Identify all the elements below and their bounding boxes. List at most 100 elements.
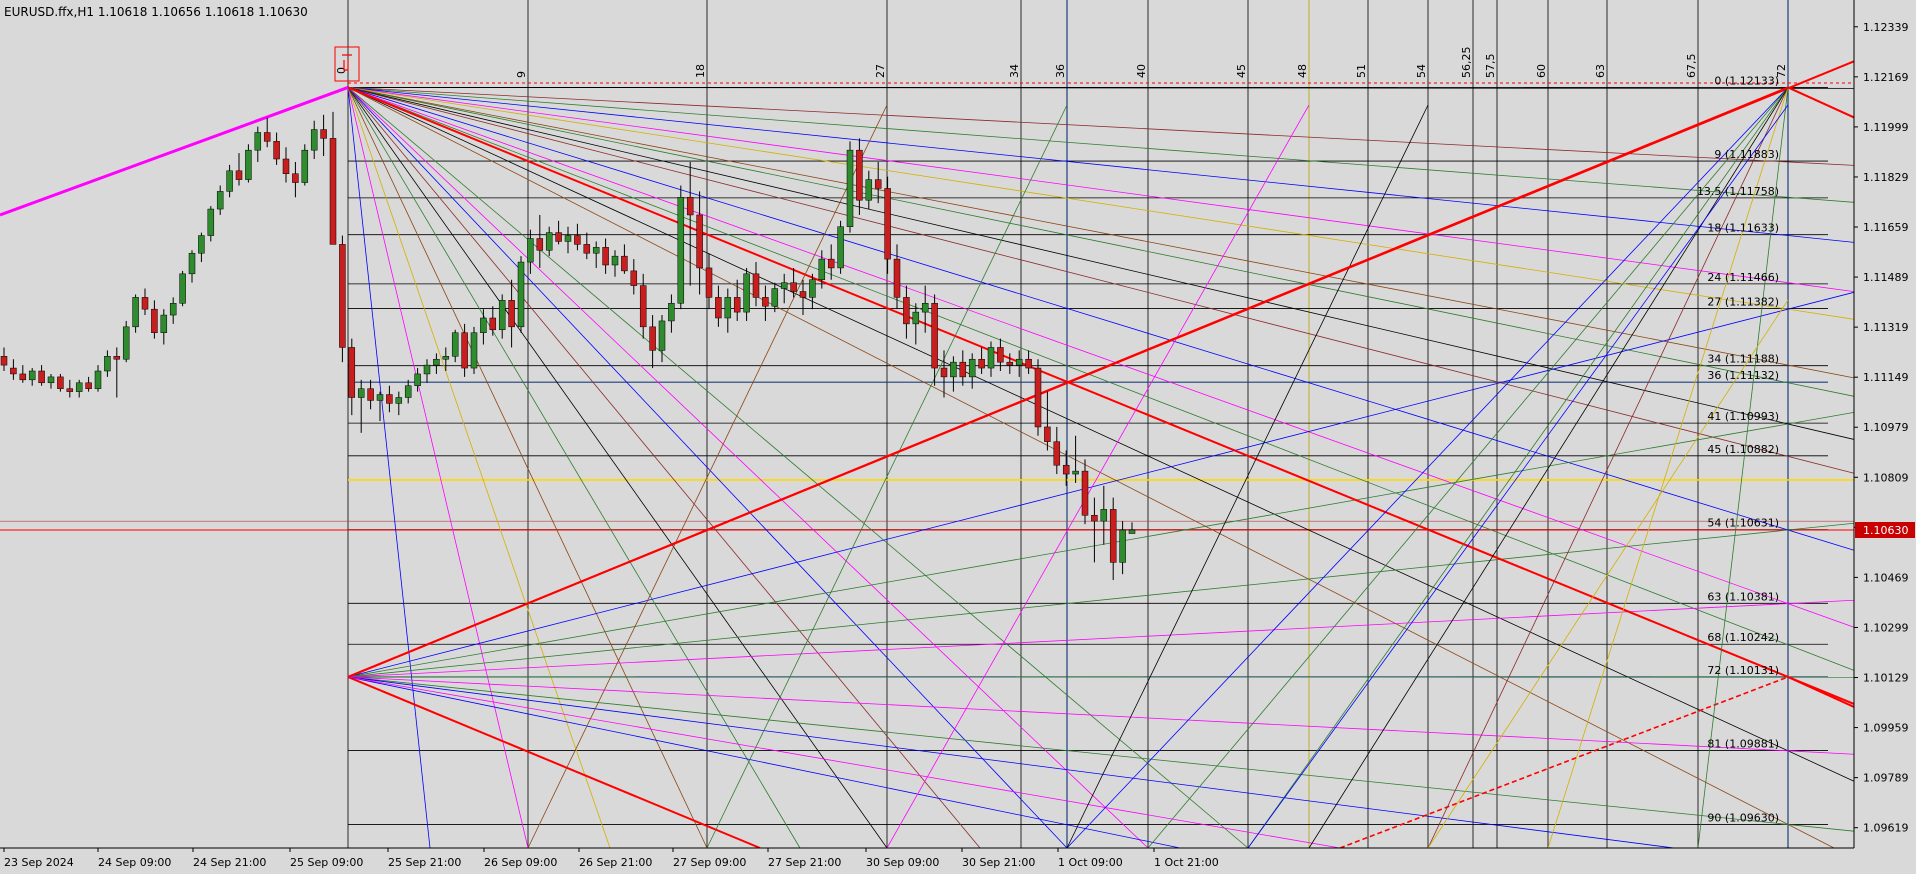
candle-body bbox=[874, 179, 882, 189]
candle-body bbox=[404, 385, 412, 398]
time-tick-label: 24 Sep 21:00 bbox=[193, 856, 266, 869]
gann-fan-lines bbox=[0, 46, 1855, 872]
candle-body bbox=[414, 373, 421, 386]
candle-body bbox=[639, 285, 647, 328]
chart-canvas[interactable]: 09 18 27 34 36 40 45 48 51 54 56,25 57,5 60 63 67,5 72 … bbox=[0, 0, 1916, 874]
gann-level-label: 81 (1.09881) bbox=[1707, 738, 1779, 751]
gann-fan-line-bottom bbox=[347, 676, 1855, 872]
gann-level-label: 63 (1.10381) bbox=[1707, 590, 1779, 603]
time-tick-label: 23 Sep 2024 bbox=[4, 856, 74, 869]
candle-body bbox=[987, 347, 995, 369]
candle-body bbox=[273, 141, 280, 160]
candle-body bbox=[207, 208, 215, 236]
gann-level-label: 90 (1.09630) bbox=[1707, 811, 1779, 824]
gann-fan-line bbox=[347, 87, 1855, 440]
candle-body bbox=[799, 291, 807, 298]
candle-body bbox=[169, 303, 177, 316]
gann-fan-line-steep bbox=[347, 87, 888, 849]
candle-body bbox=[705, 267, 713, 298]
candle-body bbox=[395, 397, 403, 404]
gann-level-label: 13.5 (1.11758) bbox=[1697, 185, 1779, 198]
candle-body bbox=[104, 356, 111, 372]
candle-body bbox=[724, 297, 732, 319]
candle-body bbox=[1053, 441, 1061, 466]
candle-body bbox=[968, 358, 976, 378]
candle-body bbox=[780, 282, 788, 289]
candle-body bbox=[611, 255, 619, 266]
gann-level-label: 45 (1.10882) bbox=[1707, 443, 1779, 456]
candle-body bbox=[198, 235, 205, 254]
candle-body bbox=[310, 129, 318, 151]
candle-body bbox=[827, 258, 835, 269]
candle-body bbox=[0, 356, 8, 366]
candle-body bbox=[263, 132, 271, 142]
candle-body bbox=[912, 311, 920, 325]
candle-body bbox=[1015, 358, 1023, 366]
gann-column-label: 51 bbox=[1355, 64, 1368, 78]
candle-body bbox=[921, 303, 929, 313]
gann-fan-line-right bbox=[1147, 87, 1789, 849]
gann-column-label: 34 bbox=[1008, 64, 1021, 78]
gann-fan-line bbox=[347, 87, 1855, 671]
gann-column-label: 36 bbox=[1054, 64, 1067, 78]
gann-level-label: 36 (1.11132) bbox=[1707, 369, 1779, 382]
candle-body bbox=[893, 258, 901, 298]
price-tick-label: 1.12339 bbox=[1863, 21, 1909, 34]
gann-level-label: 68 (1.10242) bbox=[1707, 631, 1779, 644]
candle-body bbox=[1081, 470, 1089, 516]
gann-column-label: 56,25 bbox=[1460, 47, 1473, 79]
gann-right-line bbox=[1787, 86, 1855, 119]
candle-body bbox=[254, 132, 262, 151]
time-tick-label: 1 Oct 09:00 bbox=[1058, 856, 1123, 869]
price-tick-label: 1.10469 bbox=[1863, 571, 1909, 584]
candle-body bbox=[348, 347, 356, 398]
candle-body bbox=[931, 303, 938, 369]
chart-root: 0 9 18 27 34 36 40 45 48 51 54 56,25 57,5 60 63 67,5 72 … bbox=[0, 0, 1916, 874]
candle-body bbox=[433, 358, 440, 366]
candle-body bbox=[498, 300, 506, 331]
gann-column-label: 18 bbox=[694, 64, 707, 78]
candle-body bbox=[480, 317, 487, 333]
candle-body bbox=[442, 356, 450, 360]
gann-level-label: 41 (1.10993) bbox=[1707, 410, 1779, 423]
candle-body bbox=[329, 138, 337, 245]
time-tick-label: 25 Sep 09:00 bbox=[290, 856, 363, 869]
candle-body bbox=[216, 191, 224, 210]
candle-body bbox=[47, 376, 55, 384]
candle-body bbox=[282, 158, 290, 174]
candle-body bbox=[1044, 426, 1051, 442]
candle-body bbox=[386, 394, 393, 404]
gann-level-label: 18 (1.11633) bbox=[1707, 222, 1779, 235]
price-tick-label: 1.11659 bbox=[1863, 221, 1909, 234]
gann-level-label: 24 (1.11466) bbox=[1707, 271, 1779, 284]
price-tick-label: 1.09959 bbox=[1863, 722, 1909, 735]
candle-body bbox=[339, 244, 346, 348]
candle-body bbox=[38, 370, 45, 384]
candle-body bbox=[1100, 509, 1108, 522]
candle-body bbox=[677, 197, 685, 304]
candle-body bbox=[865, 179, 873, 201]
time-tick-label: 26 Sep 09:00 bbox=[484, 856, 557, 869]
price-tick-label: 1.09619 bbox=[1863, 822, 1909, 835]
candle-body bbox=[188, 252, 196, 275]
candle-body bbox=[1119, 529, 1126, 563]
gann-level-label: 27 (1.11382) bbox=[1707, 296, 1779, 309]
gann-column-label: 54 bbox=[1415, 64, 1428, 78]
price-tick-label: 1.11319 bbox=[1863, 321, 1909, 334]
candle-body bbox=[179, 273, 186, 304]
gann-fan-line bbox=[347, 87, 1855, 293]
candle-body bbox=[790, 282, 797, 292]
gann-fan-line bbox=[347, 87, 1855, 243]
candle-body bbox=[630, 270, 638, 286]
candle-body bbox=[28, 370, 36, 381]
price-tick-label: 1.09789 bbox=[1863, 772, 1909, 785]
candle-body bbox=[545, 232, 553, 251]
candle-body bbox=[1025, 358, 1032, 369]
candle-body bbox=[527, 238, 534, 263]
gann-fan-line-steep bbox=[347, 87, 801, 849]
candle-body bbox=[85, 382, 92, 389]
gann-fan-line-right bbox=[1697, 87, 1789, 849]
gann-column-label: 63 bbox=[1594, 64, 1607, 78]
candle-body bbox=[66, 388, 74, 392]
gann-fan-line-steep bbox=[347, 87, 1149, 849]
